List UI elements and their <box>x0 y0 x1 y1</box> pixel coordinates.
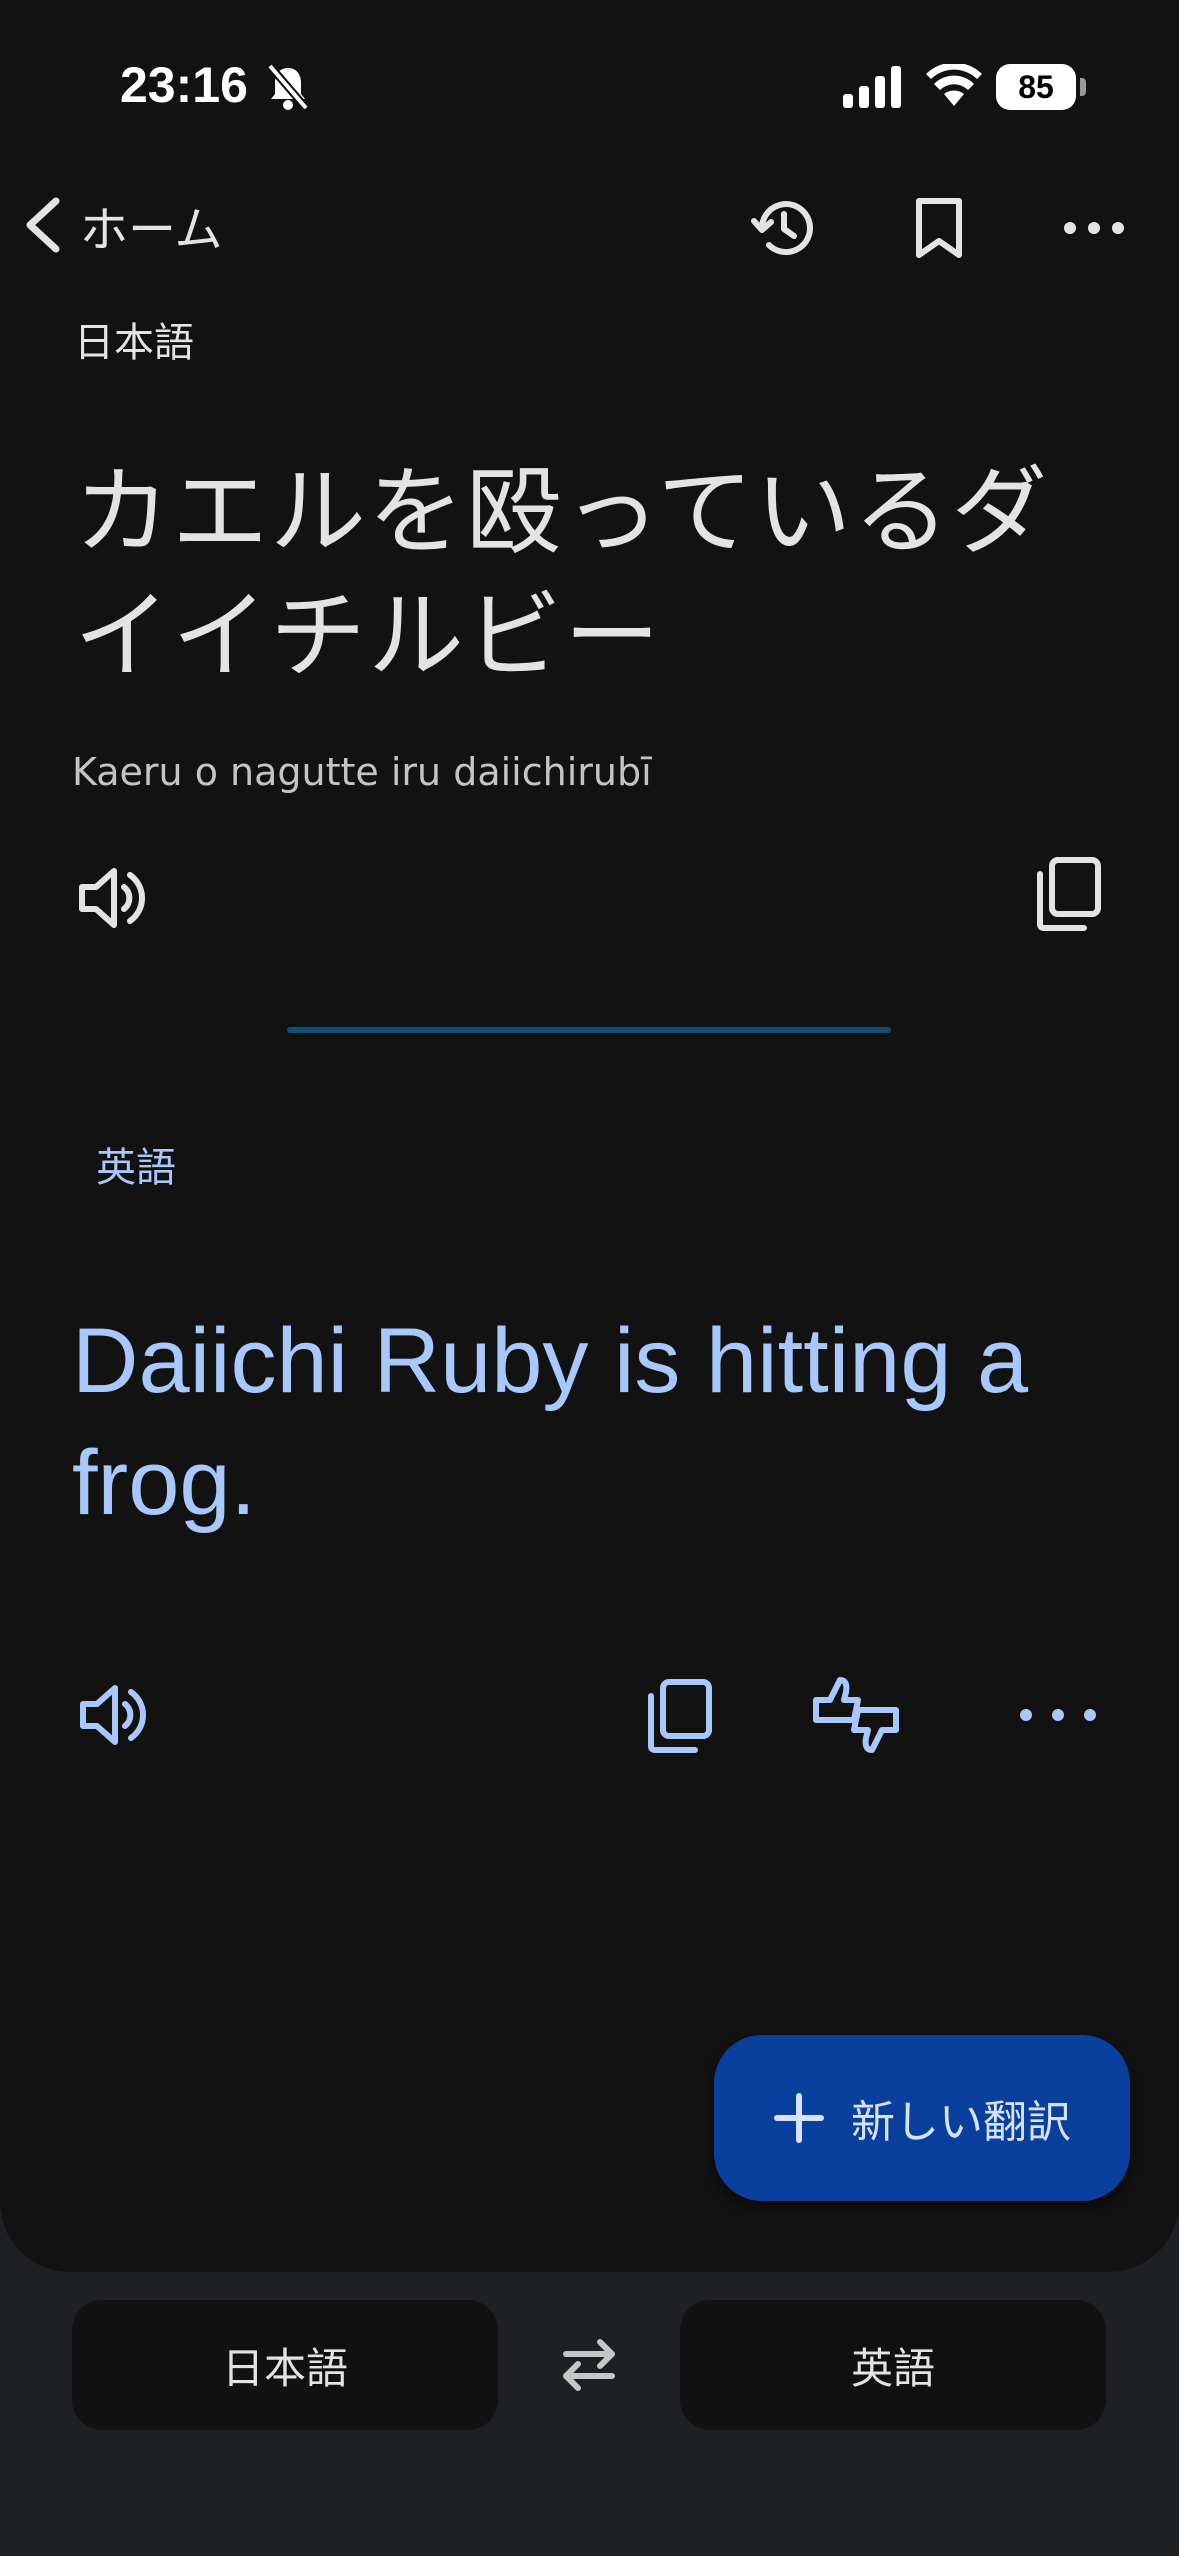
romanization-text: Kaeru o nagutte iru daiichirubī <box>72 750 652 794</box>
plus-icon <box>774 2093 824 2143</box>
new-translation-label: 新しい翻訳 <box>851 2097 1071 2148</box>
chevron-left-icon <box>26 197 60 253</box>
rate-translation-button[interactable] <box>806 1665 906 1765</box>
translation-text[interactable]: Daiichi Ruby is hitting a frog. <box>72 1300 1132 1544</box>
bell-muted-icon <box>266 63 310 111</box>
history-icon <box>751 201 813 256</box>
battery-indicator: 85 <box>996 64 1086 110</box>
more-horiz-icon <box>1020 1709 1096 1721</box>
translation-copy-button[interactable] <box>630 1665 730 1765</box>
more-options-button[interactable] <box>1059 193 1129 263</box>
status-time: 23:16 <box>120 57 248 113</box>
thumbs-up-down-icon <box>813 1677 899 1753</box>
top-app-bar: ホーム <box>0 185 1179 265</box>
source-speaker-icon[interactable] <box>70 855 156 941</box>
translation-speaker-button[interactable] <box>64 1665 164 1765</box>
source-text[interactable]: カエルを殴っているダイイチルビー <box>74 450 1134 698</box>
bookmark-icon <box>916 198 962 258</box>
new-translation-button[interactable]: 新しい翻訳 <box>714 2035 1130 2201</box>
signal-icon <box>843 66 901 108</box>
history-button[interactable] <box>748 193 818 263</box>
swap-languages-icon[interactable] <box>554 2330 624 2400</box>
back-label: ホーム <box>80 202 223 258</box>
language-selector-bar: 日本語 英語 <box>0 2272 1179 2556</box>
back-button[interactable]: ホーム <box>20 185 223 265</box>
source-language-label: 日本語 <box>74 320 194 366</box>
bookmark-button[interactable] <box>904 193 974 263</box>
section-divider[interactable] <box>287 1027 891 1033</box>
translation-actions <box>0 1665 1179 1765</box>
wifi-icon <box>926 64 982 106</box>
translation-card: 23:16 85 ホーム 日本語 カエルを殴っているダイイチルビー Kaeru … <box>0 0 1179 2272</box>
speaker-icon <box>80 1685 146 1745</box>
status-bar: 23:16 85 <box>0 0 1179 175</box>
source-copy-icon[interactable] <box>1026 850 1112 936</box>
copy-icon <box>648 1679 712 1753</box>
target-language-label: 英語 <box>96 1145 176 1191</box>
source-language-button[interactable]: 日本語 <box>72 2300 498 2430</box>
more-horiz-icon <box>1064 222 1124 234</box>
translation-more-button[interactable] <box>1008 1665 1108 1765</box>
target-language-button[interactable]: 英語 <box>680 2300 1106 2430</box>
